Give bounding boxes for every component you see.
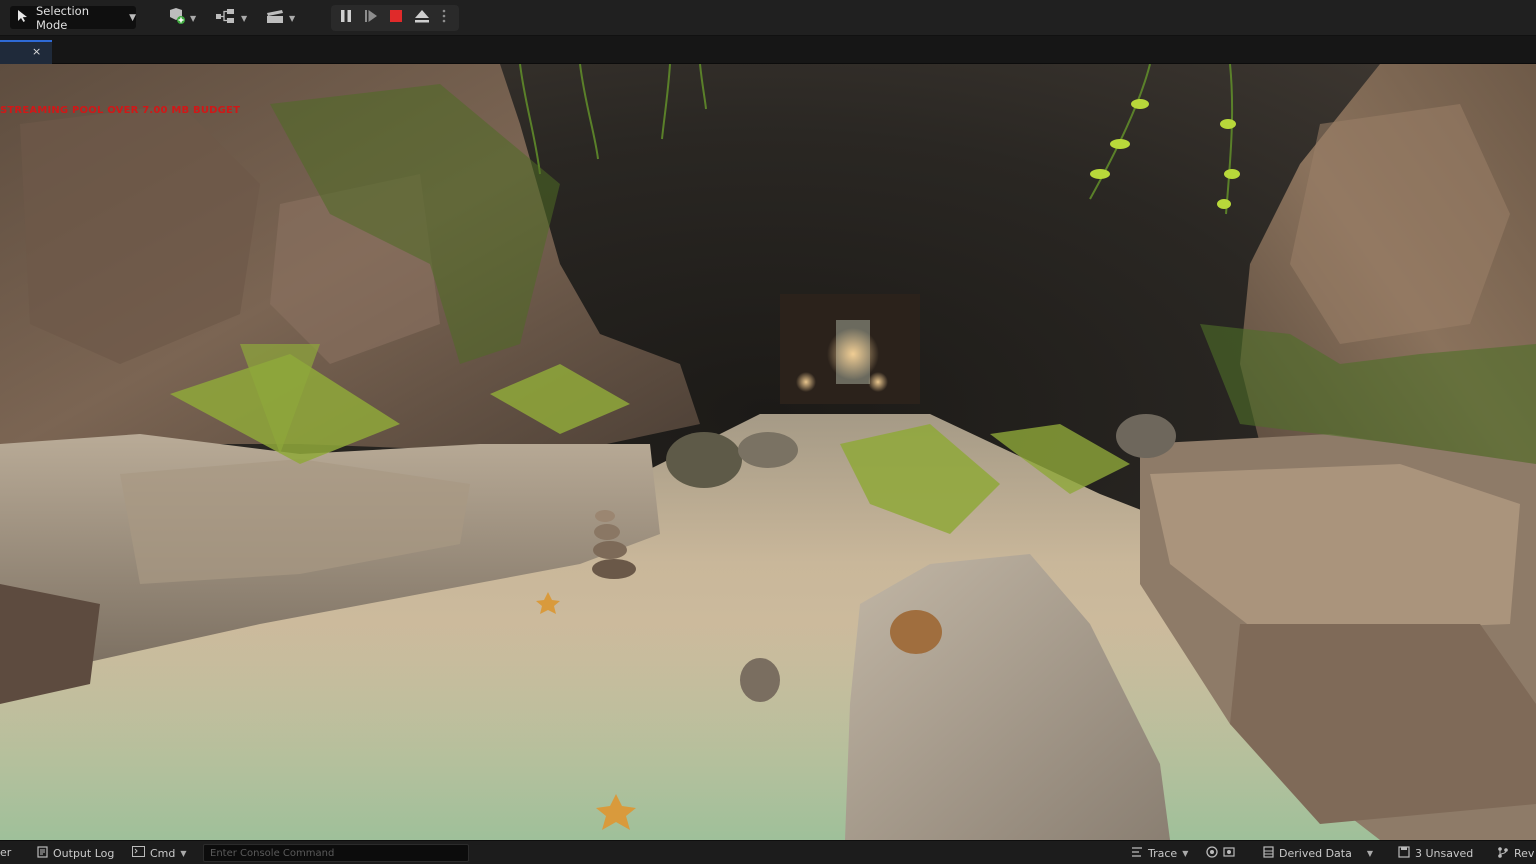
- derived-data-label: Derived Data: [1279, 847, 1352, 860]
- selection-mode-icon: [16, 9, 30, 26]
- drawer-label: er: [0, 846, 12, 859]
- blueprint-button[interactable]: ▼: [215, 8, 247, 28]
- selection-mode-label: Selection Mode: [36, 3, 89, 32]
- eject-icon[interactable]: [414, 8, 430, 28]
- derived-data-dropdown[interactable]: Derived Data ▼: [1263, 846, 1373, 861]
- capture-icons[interactable]: [1206, 846, 1235, 861]
- drawer-button-cut[interactable]: er: [0, 846, 11, 859]
- add-actor-button[interactable]: ▼: [166, 8, 196, 28]
- cmd-label: Cmd: [150, 846, 176, 860]
- selection-mode-dropdown[interactable]: Selection Mode ▼: [10, 3, 136, 32]
- unsaved-icon: [1398, 846, 1410, 861]
- blueprint-icon: [215, 7, 237, 29]
- chevron-down-icon: ▼: [180, 848, 187, 858]
- chevron-down-icon: ▼: [1366, 849, 1373, 858]
- stop-icon[interactable]: [389, 8, 403, 28]
- output-log-icon: [37, 846, 48, 861]
- revision-control-button[interactable]: Rev: [1497, 846, 1534, 861]
- cinematics-icon: [265, 7, 285, 29]
- main-toolbar: Selection Mode ▼ ▼ ▼ ▼: [0, 0, 1536, 36]
- cmd-dropdown[interactable]: Cmd ▼: [132, 846, 187, 860]
- status-bar: er Output Log Cmd ▼ Trace ▼ Derived: [0, 840, 1536, 864]
- chevron-down-icon: ▼: [289, 13, 296, 23]
- play-controls: [331, 5, 459, 31]
- pause-icon[interactable]: [339, 8, 353, 28]
- cinematics-button[interactable]: ▼: [265, 8, 295, 28]
- console-icon: [132, 846, 145, 860]
- derived-data-icon: [1263, 846, 1274, 861]
- record-icon[interactable]: [1206, 846, 1218, 861]
- revision-control-icon: [1497, 846, 1509, 861]
- unsaved-button[interactable]: 3 Unsaved: [1398, 846, 1473, 861]
- streaming-budget-warning: STREAMING POOL OVER 7.00 MB BUDGET: [0, 105, 241, 116]
- trace-icon: [1131, 846, 1143, 861]
- viewport-tab-strip: ×: [0, 36, 1536, 64]
- output-log-label: Output Log: [53, 847, 115, 860]
- screenshot-icon[interactable]: [1223, 846, 1235, 861]
- trace-dropdown[interactable]: Trace ▼: [1131, 846, 1188, 861]
- scene-render: [0, 64, 1536, 840]
- chevron-down-icon: ▼: [190, 13, 197, 23]
- trace-label: Trace: [1148, 847, 1178, 860]
- close-icon[interactable]: ×: [32, 45, 41, 58]
- output-log-button[interactable]: Output Log: [37, 846, 114, 861]
- chevron-down-icon: ▼: [1182, 849, 1189, 858]
- chevron-down-icon: ▼: [241, 13, 248, 23]
- console-command-input[interactable]: [203, 844, 469, 862]
- unsaved-label: 3 Unsaved: [1415, 847, 1474, 860]
- level-viewport[interactable]: STREAMING POOL OVER 7.00 MB BUDGET: [0, 64, 1536, 840]
- chevron-down-icon: ▼: [129, 12, 136, 23]
- add-actor-icon: [166, 7, 186, 29]
- step-icon[interactable]: [364, 8, 378, 28]
- revision-control-label: Rev: [1514, 847, 1535, 860]
- more-icon[interactable]: [441, 8, 447, 28]
- viewport-tab[interactable]: ×: [0, 40, 52, 64]
